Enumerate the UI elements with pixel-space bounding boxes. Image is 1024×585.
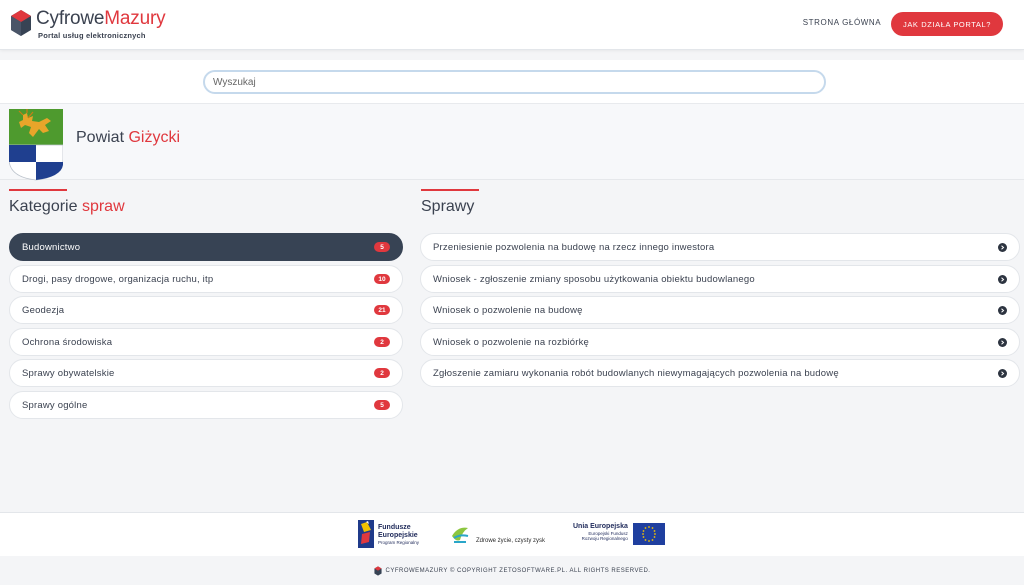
count-badge: 5 bbox=[374, 400, 390, 410]
case-label: Wniosek o pozwolenie na budowę bbox=[433, 304, 583, 316]
fundusze-europejskie-logo: Fundusze Europejskie Program Regionalny bbox=[358, 520, 419, 548]
how-portal-works-button[interactable]: JAK DZIAŁA PORTAL? bbox=[891, 12, 1003, 36]
fundusze-europejskie-icon bbox=[358, 520, 374, 548]
brand-logo[interactable]: CyfroweMazury Portal usług elektroniczny… bbox=[10, 8, 166, 40]
count-badge: 2 bbox=[374, 368, 390, 378]
search-band bbox=[0, 60, 1024, 104]
count-badge: 10 bbox=[374, 274, 390, 284]
circle-chevron-right-icon bbox=[998, 305, 1007, 315]
case-label: Zgłoszenie zamiaru wykonania robót budow… bbox=[433, 367, 839, 379]
category-label: Ochrona środowiska bbox=[22, 336, 113, 348]
footer-logos: Fundusze Europejskie Program Regionalny … bbox=[0, 512, 1024, 556]
case-label: Przeniesienie pozwolenia na budowę na rz… bbox=[433, 241, 715, 253]
category-item-sprawy-ogolne[interactable]: Sprawy ogólne 5 bbox=[9, 391, 403, 419]
brand-name: CyfroweMazury bbox=[36, 8, 166, 29]
case-item[interactable]: Zgłoszenie zamiaru wykonania robót budow… bbox=[420, 359, 1020, 387]
category-item-drogi[interactable]: Drogi, pasy drogowe, organizacja ruchu, … bbox=[9, 265, 403, 293]
fe-subtitle: Program Regionalny bbox=[378, 539, 420, 545]
circle-chevron-right-icon bbox=[998, 274, 1007, 284]
case-item[interactable]: Wniosek - zgłoszenie zmiany sposobu użyt… bbox=[420, 265, 1020, 293]
category-label: Drogi, pasy drogowe, organizacja ruchu, … bbox=[22, 273, 214, 285]
category-item-budownictwo[interactable]: Budownictwo 5 bbox=[9, 233, 403, 261]
count-badge: 5 bbox=[374, 242, 390, 252]
copyright-text: CYFROWEMAZURY © COPYRIGHT ZETOSOFTWARE.P… bbox=[385, 567, 651, 574]
category-item-geodezja[interactable]: Geodezja 21 bbox=[9, 296, 403, 324]
warmia-mazury-slogan: Zdrowe życie, czysty zysk bbox=[476, 538, 546, 544]
category-label: Geodezja bbox=[22, 304, 65, 316]
cases-title: Sprawy bbox=[421, 198, 475, 215]
category-item-ochrona-srodowiska[interactable]: Ochrona środowiska 2 bbox=[9, 328, 403, 356]
header: CyfroweMazury Portal usług elektroniczny… bbox=[0, 0, 1024, 50]
search-input[interactable] bbox=[203, 70, 826, 94]
case-item[interactable]: Przeniesienie pozwolenia na budowę na rz… bbox=[420, 233, 1020, 261]
category-label: Budownictwo bbox=[22, 241, 81, 253]
categories-title-underline bbox=[9, 189, 67, 191]
fe-title-2: Europejskie bbox=[378, 531, 418, 539]
ue-subtitle-2: Rozwoju Regionalnego bbox=[581, 536, 628, 541]
county-title: Powiat Giżycki bbox=[76, 129, 181, 146]
circle-chevron-right-icon bbox=[998, 337, 1007, 347]
county-crest-icon bbox=[9, 109, 63, 181]
copyright-bar: CYFROWEMAZURY © COPYRIGHT ZETOSOFTWARE.P… bbox=[0, 556, 1024, 585]
nav-home-link[interactable]: STRONA GŁÓWNA bbox=[800, 18, 884, 27]
categories-title: Kategorie spraw bbox=[9, 198, 125, 215]
county-band: Powiat Giżycki bbox=[0, 104, 1024, 181]
count-badge: 2 bbox=[374, 337, 390, 347]
case-item[interactable]: Wniosek o pozwolenie na rozbiórkę bbox=[420, 328, 1020, 356]
circle-chevron-right-icon bbox=[998, 242, 1007, 252]
unia-europejska-logo: Unia Europejska Europejski Fundusz Rozwo… bbox=[573, 523, 665, 545]
ue-title: Unia Europejska bbox=[573, 523, 628, 530]
warmia-mazury-logo: Zdrowe życie, czysty zysk bbox=[448, 522, 545, 546]
category-item-sprawy-obywatelskie[interactable]: Sprawy obywatelskie 2 bbox=[9, 359, 403, 387]
category-label: Sprawy ogólne bbox=[22, 399, 88, 411]
case-label: Wniosek o pozwolenie na rozbiórkę bbox=[433, 336, 590, 348]
category-label: Sprawy obywatelskie bbox=[22, 367, 115, 379]
eu-flag-icon bbox=[632, 523, 665, 545]
cube-logo-icon bbox=[373, 565, 382, 576]
count-badge: 21 bbox=[374, 305, 390, 315]
cube-logo-icon bbox=[11, 10, 31, 36]
warmia-mazury-icon bbox=[452, 527, 469, 543]
cases-title-underline bbox=[421, 189, 479, 191]
brand-tagline: Portal usług elektronicznych bbox=[38, 31, 146, 40]
case-item[interactable]: Wniosek o pozwolenie na budowę bbox=[420, 296, 1020, 324]
case-label: Wniosek - zgłoszenie zmiany sposobu użyt… bbox=[433, 273, 755, 285]
circle-chevron-right-icon bbox=[998, 368, 1007, 378]
fe-title-1: Fundusze bbox=[378, 523, 411, 531]
